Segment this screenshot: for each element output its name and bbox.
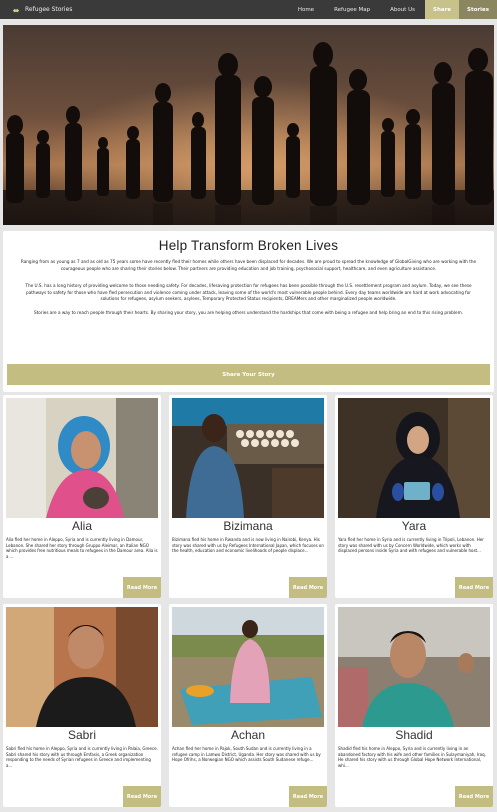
navbar: Refugee Stories Home Refugee Map About U… [0, 0, 497, 19]
intro-paragraph-2: The U.S. has a long history of providing… [25, 283, 472, 302]
card-name: Bizimana [223, 519, 273, 533]
story-card-alia: Alia Alia fled her home in Aleppo, Syria… [3, 395, 161, 598]
silhouette-crowd-image [3, 25, 494, 225]
card-description: Achan fled her home in Pajok, South Suda… [172, 746, 321, 763]
read-more-button[interactable]: Read More [123, 786, 161, 807]
card-name: Yara [401, 519, 427, 533]
story-card-achan: Achan Achan fled her home in Pajok, Sout… [169, 604, 327, 807]
portrait-image-yara [338, 398, 490, 518]
share-your-story-button[interactable]: Share Your Story [7, 364, 490, 385]
handshake-icon [12, 8, 20, 12]
read-more-button[interactable]: Read More [289, 577, 327, 598]
portrait-image-achan [172, 607, 324, 727]
nav-stories-button[interactable]: Stories [459, 0, 497, 19]
story-card-shadid: Shadid Shadid fled his home in Aleppo, S… [335, 604, 493, 807]
brand[interactable]: Refugee Stories [12, 0, 72, 19]
story-card-sabri: Sabri Sabri fled his home in Aleppo, Syr… [3, 604, 161, 807]
nav-about-us-link[interactable]: About Us [380, 0, 425, 19]
nav-menu: Home Refugee Map About Us Share Stories [288, 0, 497, 19]
card-description: Yara fled her home in Syria and is curre… [338, 537, 484, 554]
read-more-button[interactable]: Read More [455, 577, 493, 598]
card-name: Achan [230, 728, 266, 742]
card-description: Shadid fled his home in Aleppo, Syria an… [338, 746, 486, 768]
portrait-image-shadid [338, 607, 490, 727]
nav-home-link[interactable]: Home [288, 0, 324, 19]
story-card-yara: Yara Yara fled her home in Syria and is … [335, 395, 493, 598]
nav-share-button[interactable]: Share [424, 0, 460, 19]
card-description: Alia fled her home in Aleppo, Syria and … [6, 537, 158, 559]
nav-refugee-map-link[interactable]: Refugee Map [324, 0, 380, 19]
portrait-image-sabri [6, 607, 158, 727]
brand-name: Refugee Stories [25, 6, 73, 13]
intro-title: Help Transform Broken Lives [158, 238, 339, 253]
card-name: Sabri [67, 728, 96, 742]
portrait-image-bizimana [172, 398, 324, 518]
intro-paragraph-3: Stories are a way to reach people throug… [34, 309, 463, 315]
intro-section: Help Transform Broken Lives Ranging from… [3, 231, 494, 392]
card-name: Shadid [395, 728, 433, 742]
portrait-image-alia [6, 398, 158, 518]
card-name: Alia [71, 519, 92, 533]
hero-image [3, 25, 494, 225]
intro-paragraph-1: Ranging from as young as 7 and as old as… [20, 259, 477, 271]
story-card-bizimana: Bizimana Bizimana fled his home in Rwand… [169, 395, 327, 598]
card-description: Bizimana fled his home in Rwanda and is … [172, 537, 324, 554]
read-more-button[interactable]: Read More [455, 786, 493, 807]
read-more-button[interactable]: Read More [123, 577, 161, 598]
read-more-button[interactable]: Read More [289, 786, 327, 807]
card-description: Sabri fled his home in Aleppo, Syria and… [6, 746, 158, 768]
